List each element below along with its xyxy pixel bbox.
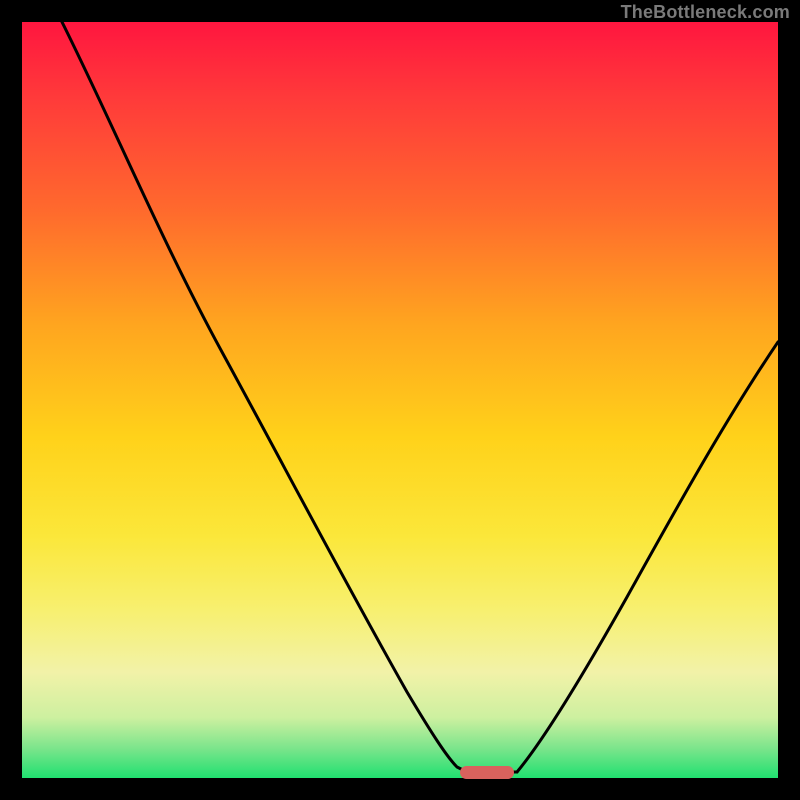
plot-area <box>22 22 778 778</box>
optimal-marker <box>460 766 514 779</box>
chart-frame: TheBottleneck.com <box>0 0 800 800</box>
watermark: TheBottleneck.com <box>621 2 790 23</box>
bottleneck-curve <box>22 22 778 778</box>
